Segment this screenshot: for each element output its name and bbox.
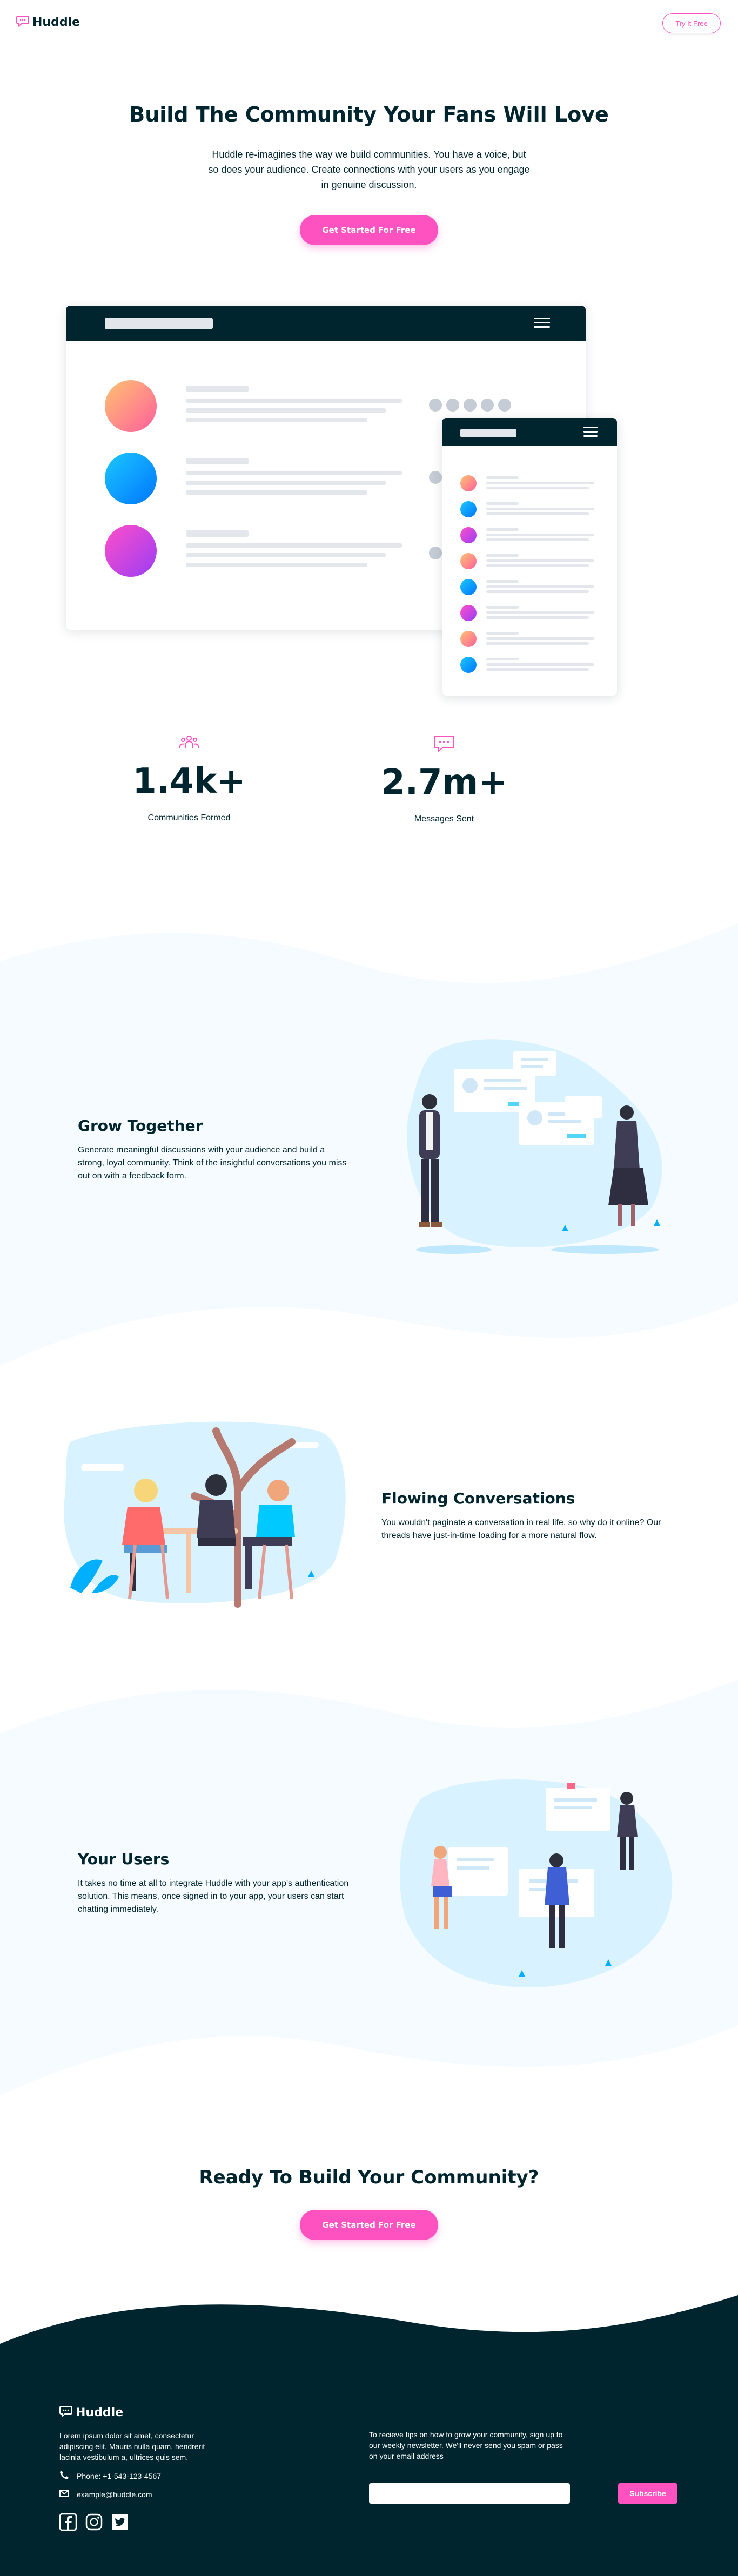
your-users-illustration xyxy=(400,1779,673,1987)
footer-email[interactable]: example@huddle.com xyxy=(59,2490,152,2499)
mockup-mobile-navbar xyxy=(442,418,617,446)
site-header: Huddle Try It Free xyxy=(0,0,738,45)
newsletter-text: To recieve tips on how to grow your comm… xyxy=(369,2430,563,2460)
mockup-search-bar xyxy=(105,318,213,329)
avatar xyxy=(105,380,157,432)
grow-together-illustration xyxy=(406,1039,662,1254)
stat-label: Communities Formed xyxy=(147,813,231,822)
instagram-icon[interactable] xyxy=(85,2513,103,2531)
feature-description: It takes no time at all to integrate Hud… xyxy=(78,1879,349,1914)
logo-text: Huddle xyxy=(32,15,80,29)
try-it-free-button[interactable]: Try It Free xyxy=(662,13,721,33)
hamburger-icon xyxy=(583,427,598,440)
feature-title: Flowing Conversations xyxy=(381,1489,575,1507)
logo-text: Huddle xyxy=(76,2405,124,2419)
mobile-mockup-illustration xyxy=(442,418,617,696)
logo[interactable]: Huddle xyxy=(16,15,80,29)
feature-title: Your Users xyxy=(78,1850,170,1868)
social-links xyxy=(59,2513,129,2531)
site-footer: Huddle Lorem ipsum dolor sit amet, conse… xyxy=(0,2290,738,2576)
landing-page: Huddle Try It Free Build The Community Y… xyxy=(0,0,738,2576)
feature-title: Grow Together xyxy=(78,1117,203,1135)
hero-title: Build The Community Your Fans Will Love xyxy=(129,103,609,126)
facebook-icon[interactable] xyxy=(59,2513,77,2531)
subscribe-button[interactable]: Subscribe xyxy=(618,2483,677,2504)
footer-about-text: Lorem ipsum dolor sit amet, consectetur … xyxy=(59,2431,205,2462)
cta-title: Ready To Build Your Community? xyxy=(199,2167,539,2188)
mockup-dots xyxy=(429,399,511,412)
email-icon xyxy=(59,2490,69,2499)
get-started-button[interactable]: Get Started For Free xyxy=(300,2210,438,2240)
avatar xyxy=(105,453,157,504)
footer-email-text: example@huddle.com xyxy=(77,2490,152,2499)
footer-phone-text: Phone: +1-543-123-4567 xyxy=(77,2471,162,2480)
chat-bubble-icon xyxy=(59,2405,72,2419)
feature-description: You wouldn't paginate a conversation in … xyxy=(381,1518,661,1540)
mockup-navbar xyxy=(66,306,586,341)
stat-value: 1.4k+ xyxy=(132,761,246,801)
hamburger-icon xyxy=(534,318,550,331)
get-started-button[interactable]: Get Started For Free xyxy=(300,215,438,245)
stat-messages: 2.7m+ Messages Sent xyxy=(363,734,525,824)
stat-label: Messages Sent xyxy=(414,814,474,824)
feature-description: Generate meaningful discussions with you… xyxy=(78,1145,347,1181)
footer-logo[interactable]: Huddle xyxy=(59,2405,123,2419)
hero-description: Huddle re-imagines the way we build comm… xyxy=(208,149,530,190)
chat-bubble-icon xyxy=(16,15,29,29)
stat-value: 2.7m+ xyxy=(381,763,507,803)
flowing-conversations-illustration xyxy=(64,1421,346,1608)
phone-icon xyxy=(59,2470,69,2481)
communities-icon xyxy=(178,734,200,754)
twitter-icon[interactable] xyxy=(111,2513,129,2531)
avatar xyxy=(105,525,157,577)
newsletter-email-input[interactable] xyxy=(369,2483,570,2504)
messages-icon xyxy=(433,734,455,755)
stat-communities: 1.4k+ Communities Formed xyxy=(108,734,270,823)
footer-phone: Phone: +1-543-123-4567 xyxy=(59,2470,161,2481)
